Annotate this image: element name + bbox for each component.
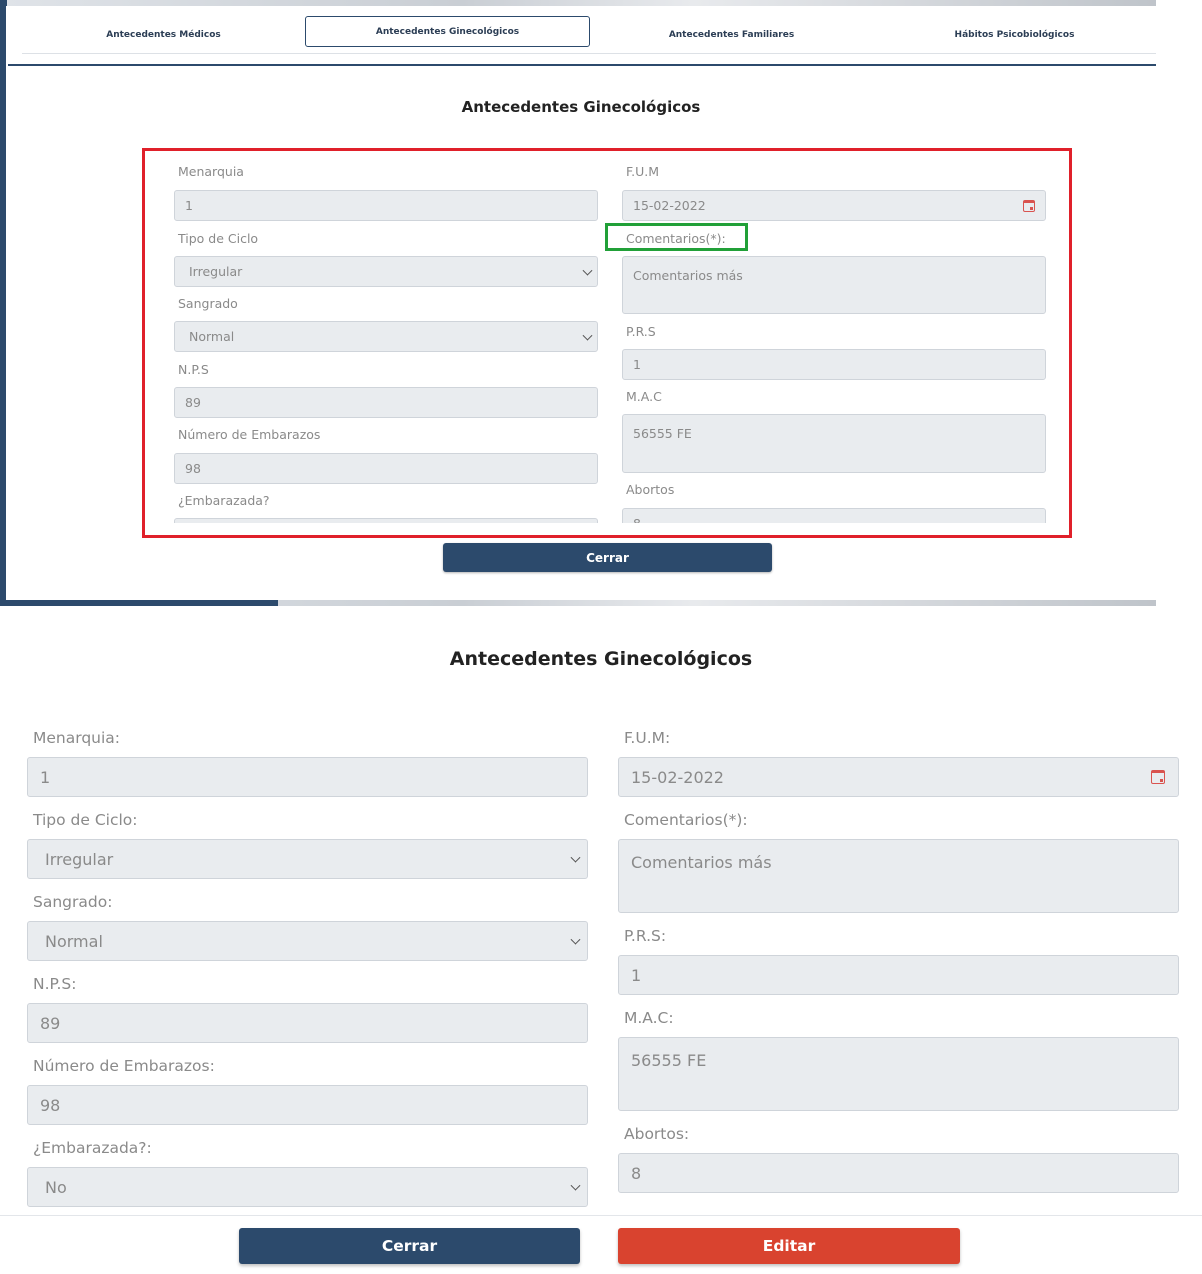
tipo-ciclo-label: Tipo de Ciclo (178, 231, 259, 246)
menarquia-input[interactable]: 1 (174, 190, 598, 221)
prs-label: P.R.S: (624, 927, 667, 945)
tipo-ciclo-select[interactable]: Irregular (174, 256, 598, 287)
cerrar-button[interactable]: Cerrar (443, 543, 772, 572)
calendar-icon[interactable] (1151, 770, 1165, 784)
prs-label: P.R.S (626, 324, 656, 339)
embarazos-input[interactable]: 98 (174, 453, 598, 484)
sangrado-select[interactable]: Normal (27, 921, 588, 961)
fum-value: 15-02-2022 (631, 767, 724, 787)
mac-textarea[interactable]: 56555 FE (618, 1037, 1179, 1111)
form-scroll-area[interactable]: Menarquia 1 Tipo de Ciclo Irregular Sang… (145, 151, 1069, 523)
tab-underline (8, 64, 1156, 66)
chevron-down-icon (570, 1180, 581, 1191)
nps-input[interactable]: 89 (27, 1003, 588, 1043)
chevron-down-icon (570, 934, 581, 945)
calendar-icon[interactable] (1023, 199, 1035, 212)
comentarios-textarea[interactable]: Comentarios más (618, 839, 1179, 913)
tab-antecedentes-ginecologicos[interactable]: Antecedentes Ginecológicos (305, 16, 590, 47)
embarazada-select[interactable]: No (27, 1167, 588, 1207)
page-title: Antecedentes Ginecológicos (461, 98, 701, 116)
menarquia-input[interactable]: 1 (27, 757, 588, 797)
prs-input[interactable]: 1 (622, 349, 1046, 380)
footer-divider (0, 1215, 1202, 1216)
sangrado-value: Normal (189, 329, 235, 344)
bottom-accent-bar (0, 600, 278, 606)
chevron-down-icon (582, 265, 593, 276)
embarazada-select[interactable] (174, 518, 598, 523)
modal-card: Antecedentes Médicos Antecedentes Gineco… (6, 6, 1156, 600)
top-screenshot-panel: Antecedentes Médicos Antecedentes Gineco… (0, 0, 1156, 606)
abortos-input[interactable]: 8 (622, 508, 1046, 523)
nps-label: N.P.S (178, 362, 209, 377)
tipo-ciclo-label: Tipo de Ciclo: (33, 811, 138, 829)
highlight-box-comentarios (605, 223, 748, 251)
fum-date-input[interactable]: 15-02-2022 (618, 757, 1179, 797)
embarazos-label: Número de Embarazos: (33, 1057, 215, 1075)
embarazos-input[interactable]: 98 (27, 1085, 588, 1125)
embarazos-label: Número de Embarazos (178, 427, 321, 442)
highlight-box-form: Menarquia 1 Tipo de Ciclo Irregular Sang… (142, 148, 1072, 538)
comentarios-label: Comentarios(*): (624, 811, 748, 829)
page-title: Antecedentes Ginecológicos (449, 648, 753, 670)
tipo-ciclo-select[interactable]: Irregular (27, 839, 588, 879)
comentarios-textarea[interactable]: Comentarios más (622, 256, 1046, 314)
tab-habitos-psicobiologicos[interactable]: Hábitos Psicobiológicos (873, 16, 1156, 53)
mac-label: M.A.C (626, 389, 662, 404)
mac-textarea[interactable]: 56555 FE (622, 414, 1046, 473)
menarquia-label: Menarquia (178, 164, 244, 179)
abortos-label: Abortos (626, 482, 675, 497)
fum-value: 15-02-2022 (633, 198, 706, 213)
chevron-down-icon (582, 330, 593, 341)
nps-label: N.P.S: (33, 975, 77, 993)
menarquia-label: Menarquia: (33, 729, 121, 747)
cerrar-button[interactable]: Cerrar (239, 1228, 580, 1264)
sangrado-select[interactable]: Normal (174, 321, 598, 352)
mac-label: M.A.C: (624, 1009, 674, 1027)
tab-antecedentes-familiares[interactable]: Antecedentes Familiares (590, 16, 873, 53)
tab-antecedentes-medicos[interactable]: Antecedentes Médicos (22, 16, 305, 53)
sangrado-value: Normal (45, 931, 103, 951)
fum-label: F.U.M (626, 164, 660, 179)
abortos-input[interactable]: 8 (618, 1153, 1179, 1193)
tipo-ciclo-value: Irregular (189, 264, 243, 279)
editar-button[interactable]: Editar (618, 1228, 960, 1264)
embarazada-label: ¿Embarazada? (178, 493, 270, 508)
embarazada-value: No (45, 1177, 67, 1197)
abortos-label: Abortos: (624, 1125, 690, 1143)
sangrado-label: Sangrado: (33, 893, 113, 911)
tab-bar: Antecedentes Médicos Antecedentes Gineco… (22, 16, 1156, 54)
fum-date-input[interactable]: 15-02-2022 (622, 190, 1046, 221)
fum-label: F.U.M: (624, 729, 671, 747)
prs-input[interactable]: 1 (618, 955, 1179, 995)
tipo-ciclo-value: Irregular (45, 849, 114, 869)
sangrado-label: Sangrado (178, 296, 238, 311)
nps-input[interactable]: 89 (174, 387, 598, 418)
chevron-down-icon (570, 852, 581, 863)
embarazada-label: ¿Embarazada?: (33, 1139, 152, 1157)
